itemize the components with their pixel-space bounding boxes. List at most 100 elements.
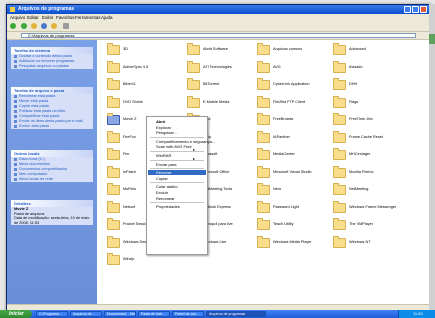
folder-label: E-Mobile Media [203, 99, 230, 104]
address-input[interactable]: C:\Arquivos de programas [21, 33, 416, 38]
folder-label: DVD Shrink [123, 99, 143, 104]
folder-icon [107, 148, 120, 160]
context-menu-item[interactable]: Explorar [148, 125, 206, 130]
panel-header[interactable]: Tarefas do sistema [11, 47, 93, 54]
taskbar-item[interactable]: Arquivos de... [70, 311, 102, 317]
maximize-button[interactable] [412, 6, 419, 13]
start-button[interactable]: Iniciar [0, 310, 32, 318]
menu-exibir[interactable]: Exibir [42, 15, 53, 20]
folder-icon [107, 113, 120, 125]
system-tray: 11:53 [398, 310, 435, 318]
folder-label: Teach Utility [273, 222, 294, 226]
folder-item[interactable]: DHH [333, 78, 423, 93]
panel-header[interactable]: Outros locais [11, 150, 93, 157]
folder-icon [333, 218, 346, 230]
folder-icon [257, 43, 270, 55]
folder-icon [107, 183, 120, 195]
back-icon[interactable] [10, 23, 16, 29]
folder-icon [257, 78, 270, 90]
context-menu-item[interactable]: Compartilhamento e segurança... [148, 139, 215, 144]
search-icon[interactable] [41, 23, 47, 29]
context-menu-item[interactable]: Abrir [148, 119, 206, 124]
menu-separator [150, 182, 204, 184]
folder-label: Mozilla Firefox [349, 169, 374, 174]
taskbar-item[interactable]: Painel de con... [172, 311, 204, 317]
folder-item[interactable]: DVD Shrink [107, 95, 197, 111]
folder-label: Arquivos comuns [273, 47, 303, 51]
context-menu-item[interactable]: Recortar [148, 170, 206, 176]
toolbar [7, 21, 430, 32]
details-date: Data de modificação: sexta-feira, 10 de … [14, 216, 90, 225]
start-label: Iniciar [9, 311, 24, 317]
folder-item[interactable]: Avisado [333, 60, 423, 76]
folder-label: FileZilla FTP Client [273, 99, 305, 104]
folder-item[interactable]: Mozilla Firefox [333, 165, 423, 181]
folder-item[interactable]: Flags [333, 95, 423, 111]
folder-icon [333, 95, 346, 108]
folder-label: Windows NT [349, 239, 371, 244]
folder-icon [333, 60, 346, 73]
folder-item[interactable]: Windows Frame Messenger [333, 200, 423, 216]
folder-icon [107, 43, 120, 55]
folder-item[interactable]: 3D [107, 43, 197, 58]
folder-label: Netsurf [123, 204, 136, 209]
menu-separator [150, 168, 204, 170]
folder-item[interactable]: Frame Cache Reset [333, 130, 423, 146]
folder-label: ATI Technologies [203, 64, 232, 69]
context-menu-item[interactable]: Pesquisar... [148, 130, 206, 135]
folder-item[interactable]: The VMPlayer [333, 218, 423, 233]
folder-item[interactable]: ActiveSync 4.5 [107, 60, 197, 76]
folder-icon [257, 218, 270, 230]
folder-icon [333, 235, 346, 248]
folder-icon [333, 113, 346, 125]
context-menu-item[interactable]: Renomear [148, 196, 206, 201]
task-link[interactable]: Pesquisar arquivos ou pastas [11, 64, 93, 69]
up-folder-icon[interactable] [31, 23, 37, 29]
title-bar[interactable]: Arquivos de programas [7, 5, 430, 14]
submenu-arrow-icon: ▸ [193, 147, 196, 152]
menu-favoritos[interactable]: Favoritos [56, 15, 75, 20]
menu-arquivo[interactable]: Arquivo [10, 15, 25, 20]
taskbar-item[interactable]: C:\Programa... [36, 311, 68, 317]
place-link[interactable]: Meus locais de rede [11, 177, 93, 182]
folder-item[interactable]: NetMeeting [333, 183, 423, 198]
context-menu-item[interactable]: Enviar para [148, 162, 206, 167]
taskbar-item[interactable]: Pasta de trab... [138, 311, 170, 317]
folder-label: CyberLink Application [273, 82, 310, 86]
folder-icon [333, 165, 346, 178]
folder-item[interactable]: Windows NT [333, 235, 423, 251]
clock: 11:53 [413, 311, 423, 316]
folder-label: Avisado [349, 64, 363, 69]
folder-label: Windows Media Player [273, 239, 312, 244]
folder-label: BitTorrent [203, 82, 220, 86]
panel-header[interactable]: Detalhes [11, 200, 93, 207]
context-menu-item[interactable]: Copiar [148, 176, 206, 181]
folders-icon[interactable] [51, 23, 57, 29]
panel-header[interactable]: Tarefas de arquivo e pasta [11, 87, 93, 94]
folder-icon [257, 113, 270, 125]
folder-item[interactable]: Winzip [107, 253, 197, 268]
system-tasks-panel: Tarefas do sistema Ocultar o conteúdo de… [11, 47, 93, 69]
minimize-button[interactable] [404, 6, 411, 13]
menu-ajuda[interactable]: Ajuda [101, 15, 113, 20]
close-button[interactable] [420, 6, 427, 13]
context-menu-item[interactable]: Excluir [148, 190, 206, 195]
views-icon[interactable] [63, 23, 69, 29]
folder-icon [107, 253, 120, 265]
task-link[interactable]: Excluir esta pasta [11, 124, 93, 129]
taskbar-item-active[interactable]: Arquivos de programas [206, 311, 266, 317]
file-tasks-panel: Tarefas de arquivo e pasta Renomear esta… [11, 87, 93, 129]
desktop-tab [429, 34, 435, 44]
context-menu-item[interactable]: Propriedades [148, 204, 206, 209]
taskbar-item[interactable]: Documento1 - Mic... [104, 311, 136, 317]
context-menu-item[interactable]: Colar atalho [148, 184, 206, 189]
menu-editar[interactable]: Editar [27, 15, 39, 20]
forward-icon[interactable] [21, 23, 27, 29]
folder-item[interactable]: Advanced [333, 43, 423, 58]
folder-item[interactable]: FreeTime Jinx [333, 113, 423, 128]
folder-icon [187, 95, 200, 108]
folder-icon [257, 165, 270, 178]
folder-item[interactable]: Biber11 [107, 78, 197, 93]
menu-ferramentas[interactable]: Ferramentas [75, 15, 101, 20]
window-title: Arquivos de programas [18, 6, 75, 12]
